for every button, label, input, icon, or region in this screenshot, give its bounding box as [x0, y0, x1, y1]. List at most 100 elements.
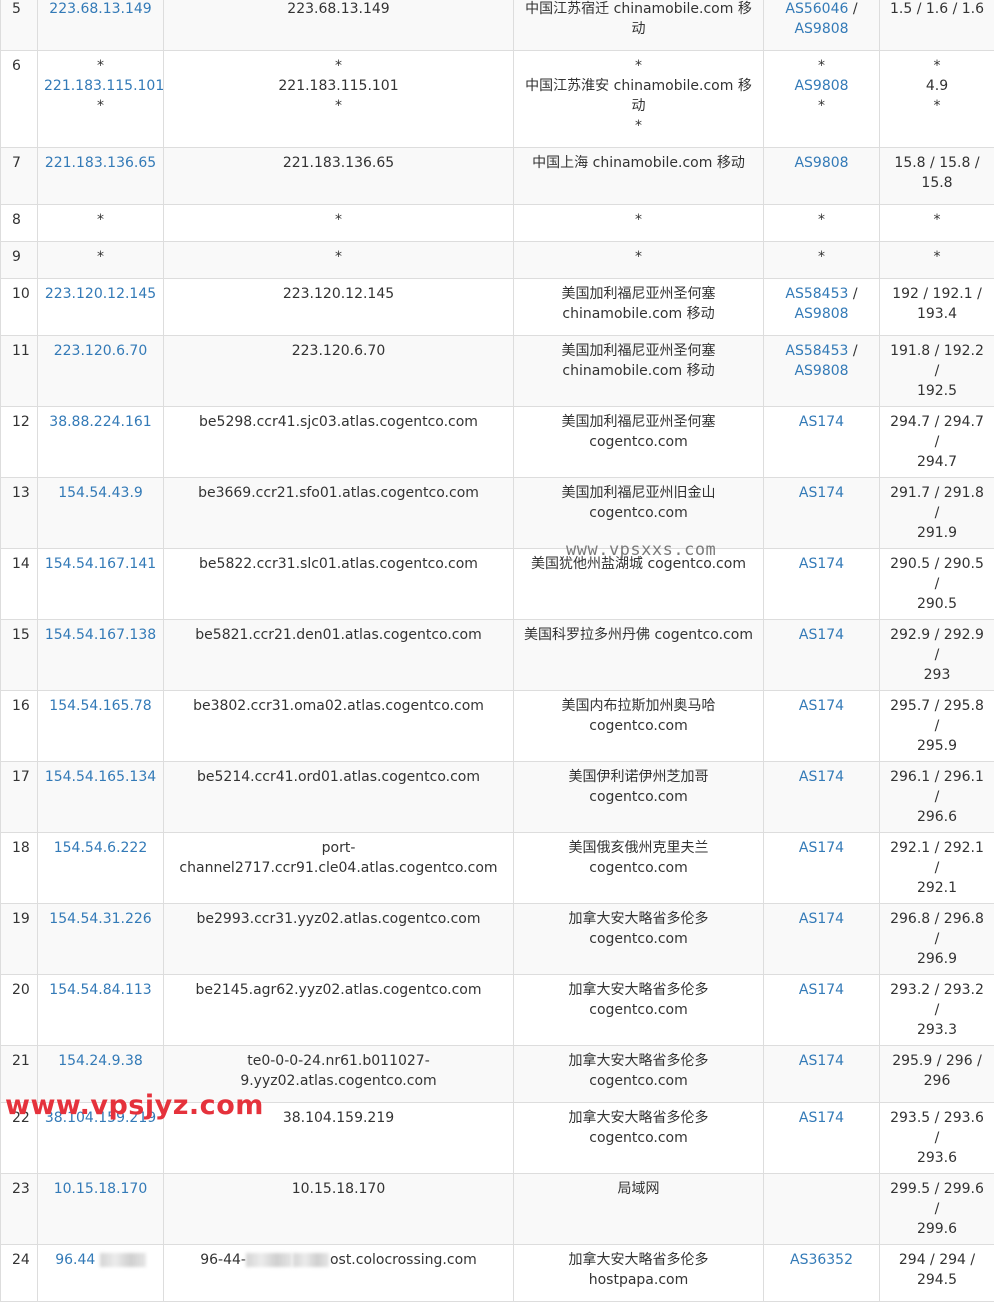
asn-link[interactable]: AS174: [799, 911, 844, 927]
asn-placeholder: *: [818, 98, 825, 114]
asn-link[interactable]: AS9808: [794, 306, 848, 322]
location-line: cogentco.com: [520, 1128, 757, 1148]
hop-number: 14: [12, 556, 30, 572]
hostname-text: be5822.ccr31.slc01.atlas.cogentco.com: [199, 556, 478, 572]
location-cell: *: [514, 242, 764, 279]
location-cell: 美国伊利诺伊州芝加哥cogentco.com: [514, 762, 764, 833]
asn-line: *: [770, 56, 873, 76]
asn-link[interactable]: AS9808: [794, 155, 848, 171]
asn-line: AS9808: [770, 361, 873, 381]
hostname-cell: be3802.ccr31.oma02.atlas.cogentco.com: [164, 691, 514, 762]
hop-number-cell: 10: [1, 279, 38, 336]
location-line: 美国加利福尼亚州旧金山: [520, 483, 757, 503]
asn-link[interactable]: AS174: [799, 1053, 844, 1069]
asn-link[interactable]: AS174: [799, 769, 844, 785]
hostname-text: te0-0-0-24.nr61.b011027-: [247, 1053, 430, 1069]
latency-line: 299.5 / 299.6 /: [886, 1179, 988, 1219]
location-line: cogentco.com: [520, 1000, 757, 1020]
ip-link[interactable]: 38.88.224.161: [49, 414, 151, 430]
asn-link[interactable]: AS58453: [785, 343, 848, 359]
asn-link[interactable]: AS9808: [794, 363, 848, 379]
hop-number-cell: 13: [1, 478, 38, 549]
hostname-line: be3802.ccr31.oma02.atlas.cogentco.com: [170, 696, 507, 716]
latency-cell: 15.8 / 15.8 /15.8: [880, 148, 994, 205]
hostname-text: 38.104.159.219: [283, 1110, 394, 1126]
location-line: 加拿大安大略省多伦多: [520, 980, 757, 1000]
location-line: *: [520, 210, 757, 230]
asn-line: AS9808: [770, 19, 873, 39]
ip-cell: 154.54.6.222: [38, 833, 164, 904]
ip-link[interactable]: 154.54.31.226: [49, 911, 151, 927]
hostname-text: be5821.ccr21.den01.atlas.cogentco.com: [195, 627, 481, 643]
latency-cell: 299.5 / 299.6 /299.6: [880, 1174, 994, 1245]
asn-cell: AS174: [764, 691, 880, 762]
asn-line: AS9808: [770, 76, 873, 96]
asn-line: *: [770, 96, 873, 116]
latency-line: 292.1 / 292.1 /: [886, 838, 988, 878]
latency-line: 293.3: [886, 1020, 988, 1040]
hostname-line: be5214.ccr41.ord01.atlas.cogentco.com: [170, 767, 507, 787]
hostname-line: 10.15.18.170: [170, 1179, 507, 1199]
ip-link[interactable]: 96.44: [55, 1252, 95, 1268]
ip-link[interactable]: 154.54.165.134: [45, 769, 156, 785]
asn-link[interactable]: AS174: [799, 556, 844, 572]
ip-link[interactable]: 154.54.167.138: [45, 627, 156, 643]
hostname-cell: be2145.agr62.yyz02.atlas.cogentco.com: [164, 975, 514, 1046]
ip-link[interactable]: 154.54.84.113: [49, 982, 151, 998]
ip-link[interactable]: 221.183.115.101: [44, 76, 157, 96]
location-cell: 局域网: [514, 1174, 764, 1245]
ip-cell: *: [38, 242, 164, 279]
ip-link[interactable]: 154.54.6.222: [54, 840, 148, 856]
ip-link[interactable]: 10.15.18.170: [54, 1181, 148, 1197]
ip-placeholder: *: [44, 56, 157, 76]
latency-line: 290.5 / 290.5 /: [886, 554, 988, 594]
table-row: 5223.68.13.149223.68.13.149中国江苏宿迁 chinam…: [1, 0, 994, 51]
hostname-line: 221.183.115.101: [170, 76, 507, 96]
latency-cell: *: [880, 205, 994, 242]
latency-line: *: [886, 96, 988, 116]
asn-link[interactable]: AS174: [799, 627, 844, 643]
hostname-cell: 10.15.18.170: [164, 1174, 514, 1245]
latency-line: 296.1 / 296.1 /: [886, 767, 988, 807]
ip-link[interactable]: 154.54.43.9: [58, 485, 143, 501]
ip-link[interactable]: 221.183.136.65: [45, 155, 156, 171]
asn-link[interactable]: AS174: [799, 485, 844, 501]
asn-link[interactable]: AS58453: [785, 286, 848, 302]
latency-line: *: [886, 210, 988, 230]
ip-link[interactable]: 223.120.12.145: [45, 286, 156, 302]
location-cell: 加拿大安大略省多伦多cogentco.com: [514, 1046, 764, 1103]
ip-link[interactable]: 223.68.13.149: [49, 1, 151, 17]
ip-link[interactable]: 154.54.167.141: [45, 556, 156, 572]
hop-number-cell: 14: [1, 549, 38, 620]
ip-link[interactable]: 223.120.6.70: [54, 343, 148, 359]
asn-link[interactable]: AS174: [799, 414, 844, 430]
hostname-text: *: [335, 249, 342, 265]
latency-line: 191.8 / 192.2 /: [886, 341, 988, 381]
location-cell: 美国加利福尼亚州圣何塞chinamobile.com 移动: [514, 336, 764, 407]
location-line: cogentco.com: [520, 858, 757, 878]
hostname-text: 9.yyz02.atlas.cogentco.com: [240, 1073, 436, 1089]
asn-cell: [764, 1174, 880, 1245]
table-row: 20154.54.84.113be2145.agr62.yyz02.atlas.…: [1, 975, 994, 1046]
asn-link[interactable]: AS36352: [790, 1252, 853, 1268]
asn-link[interactable]: AS9808: [794, 21, 848, 37]
latency-line: 294.5: [886, 1270, 988, 1290]
table-row: 14 154.54.167.141 be5822.ccr31.slc01.atlas…: [1, 549, 994, 620]
hostname-text: be3802.ccr31.oma02.atlas.cogentco.com: [193, 698, 484, 714]
asn-link[interactable]: AS9808: [794, 78, 848, 94]
asn-link[interactable]: AS174: [799, 982, 844, 998]
ip-link[interactable]: 154.24.9.38: [58, 1053, 143, 1069]
ip-cell: 223.120.12.145: [38, 279, 164, 336]
hostname-text: 96-44-: [200, 1252, 246, 1268]
location-cell: 美国加利福尼亚州圣何塞cogentco.com: [514, 407, 764, 478]
hostname-text: be5298.ccr41.sjc03.atlas.cogentco.com: [199, 414, 478, 430]
hop-number: 17: [12, 769, 30, 785]
hostname-line: be2145.agr62.yyz02.atlas.cogentco.com: [170, 980, 507, 1000]
asn-link[interactable]: AS174: [799, 840, 844, 856]
asn-cell: AS174: [764, 620, 880, 691]
asn-link[interactable]: AS174: [799, 1110, 844, 1126]
asn-link[interactable]: AS174: [799, 698, 844, 714]
location-line: 加拿大安大略省多伦多: [520, 1250, 757, 1270]
asn-link[interactable]: AS56046: [785, 1, 848, 17]
ip-link[interactable]: 154.54.165.78: [49, 698, 151, 714]
